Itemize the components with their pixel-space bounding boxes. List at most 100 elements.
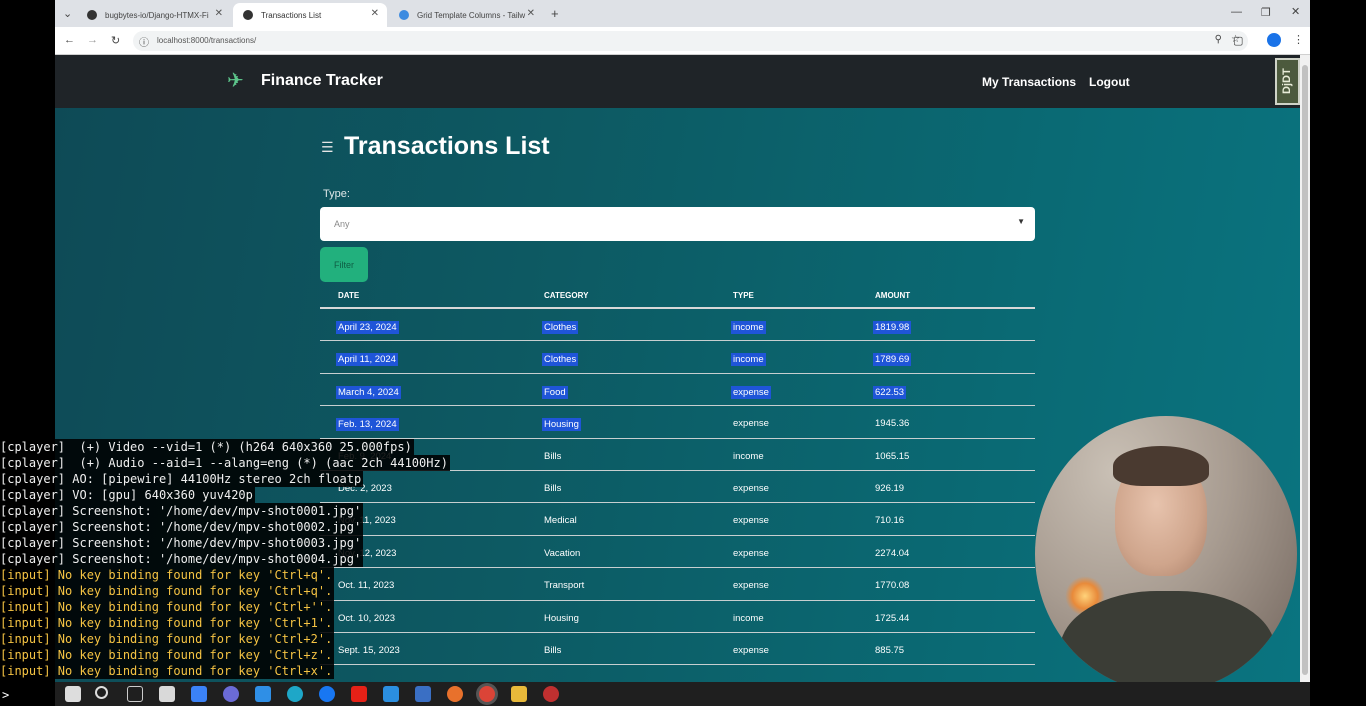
terminal-line: [input] No key binding found for key 'Ct… xyxy=(0,663,335,679)
cell-date: April 23, 2024 xyxy=(336,321,399,334)
column-header-amount[interactable]: AMOUNT xyxy=(875,291,910,300)
mail-icon[interactable] xyxy=(191,686,207,702)
profile-avatar-icon[interactable] xyxy=(1267,33,1281,47)
table-row[interactable]: March 4, 2024 Food expense 622.53 xyxy=(320,374,1035,407)
screen: ⌄ bugbytes-io/Django-HTMX-Fi ✕ Transacti… xyxy=(0,0,1366,706)
cell-type: expense xyxy=(733,418,769,430)
site-navbar: ✈ Finance Tracker My Transactions Logout… xyxy=(55,55,1300,108)
page-title: Transactions List xyxy=(344,132,550,160)
cell-type: expense xyxy=(733,580,769,592)
terminal-line: [input] No key binding found for key 'Ct… xyxy=(0,567,335,583)
tab-search-icon[interactable]: ⌄ xyxy=(63,7,72,20)
type-select-value: Any xyxy=(334,219,350,229)
terminal-line: [cplayer] (+) Video --vid=1 (*) (h264 64… xyxy=(0,439,414,455)
url-text: localhost:8000/transactions/ xyxy=(157,36,257,45)
tab-github[interactable]: bugbytes-io/Django-HTMX-Fi ✕ xyxy=(77,3,231,27)
menu-kebab-icon[interactable]: ⋮ xyxy=(1293,33,1304,46)
cell-category: Bills xyxy=(544,644,562,656)
tab-title: Grid Template Columns - Tailw xyxy=(417,10,526,20)
facebook-icon[interactable] xyxy=(319,686,335,702)
terminal-line: [cplayer] Screenshot: '/home/dev/mpv-sho… xyxy=(0,503,364,519)
new-tab-icon[interactable]: + xyxy=(551,6,559,21)
close-icon[interactable]: ✕ xyxy=(527,8,535,19)
cell-amount: 622.53 xyxy=(873,385,907,399)
list-icon: ☰ xyxy=(321,139,334,155)
type-label: Type: xyxy=(323,188,350,200)
cell-type: income xyxy=(733,450,764,462)
windows-start-icon[interactable] xyxy=(65,686,81,702)
cell-category: Vacation xyxy=(544,547,581,559)
chrome-icon[interactable] xyxy=(479,686,495,702)
terminal-prompt[interactable]: > xyxy=(2,688,9,702)
close-icon[interactable]: ✕ xyxy=(371,8,379,19)
recorder-icon[interactable] xyxy=(543,686,559,702)
table-row[interactable]: Feb. 13, 2024 Housing expense 1945.36 xyxy=(320,406,1035,439)
cell-amount: 1770.08 xyxy=(875,580,910,592)
cell-category: Housing xyxy=(544,612,579,624)
cell-category: Bills xyxy=(544,482,562,494)
edge-icon[interactable] xyxy=(287,686,303,702)
nav-logout[interactable]: Logout xyxy=(1089,75,1130,89)
chat-icon[interactable] xyxy=(223,686,239,702)
filter-button[interactable]: Filter xyxy=(320,247,368,282)
close-window-icon[interactable]: ✕ xyxy=(1291,5,1300,18)
column-header-date[interactable]: DATE xyxy=(338,291,359,300)
tab-tailwind[interactable]: Grid Template Columns - Tailw ✕ xyxy=(389,3,543,27)
zoom-icon[interactable]: ⚲ xyxy=(1215,34,1222,45)
brand[interactable]: ✈ Finance Tracker xyxy=(227,69,383,93)
file-explorer-icon[interactable] xyxy=(511,686,527,702)
cell-amount: 1789.69 xyxy=(873,353,912,367)
reload-icon[interactable]: ↻ xyxy=(111,34,120,47)
caret-down-icon: ▼ xyxy=(1017,217,1025,226)
table-row[interactable]: April 23, 2024 Clothes income 1819.98 xyxy=(320,309,1035,342)
cell-amount: 1819.98 xyxy=(873,321,912,334)
back-icon[interactable]: ← xyxy=(64,34,75,46)
extensions-icon[interactable]: ▢ xyxy=(1233,34,1243,47)
page-scrollbar[interactable] xyxy=(1300,55,1310,682)
search-icon[interactable] xyxy=(95,686,108,699)
word-icon[interactable] xyxy=(415,686,431,702)
tailwind-icon xyxy=(399,10,409,20)
cell-date: April 11, 2024 xyxy=(336,353,398,367)
terminal-line: [input] No key binding found for key 'Ct… xyxy=(0,615,335,631)
brand-name: Finance Tracker xyxy=(261,72,383,89)
table-row[interactable]: April 11, 2024 Clothes income 1789.69 xyxy=(320,341,1035,374)
cell-amount: 885.75 xyxy=(875,644,905,656)
terminal-line: [input] No key binding found for key 'Ct… xyxy=(0,583,335,599)
vscode-icon[interactable] xyxy=(383,686,399,702)
close-icon[interactable]: ✕ xyxy=(215,8,223,19)
store-icon[interactable] xyxy=(159,686,175,702)
cell-amount: 1065.15 xyxy=(875,450,910,462)
terminal-line: [cplayer] VO: [gpu] 640x360 yuv420p xyxy=(0,487,255,503)
globe-icon xyxy=(243,10,253,20)
cell-type: income xyxy=(731,321,766,334)
terminal-line: [cplayer] Screenshot: '/home/dev/mpv-sho… xyxy=(0,551,364,567)
cell-type: expense xyxy=(731,385,771,399)
cell-amount: 710.16 xyxy=(875,515,905,527)
tab-transactions[interactable]: Transactions List ✕ xyxy=(233,3,387,27)
cell-category: Bills xyxy=(544,450,562,462)
photos-icon[interactable] xyxy=(255,686,271,702)
tab-title: Transactions List xyxy=(261,10,322,20)
nav-my-transactions[interactable]: My Transactions xyxy=(982,75,1076,89)
tab-bar: ⌄ bugbytes-io/Django-HTMX-Fi ✕ Transacti… xyxy=(55,0,1310,27)
site-info-icon[interactable]: ⓘ xyxy=(139,34,149,49)
youtube-icon[interactable] xyxy=(351,686,367,702)
column-header-category[interactable]: CATEGORY xyxy=(544,291,588,300)
restore-icon[interactable]: ❐ xyxy=(1261,6,1271,19)
firefox-icon[interactable] xyxy=(447,686,463,702)
type-select[interactable]: Any ▼ xyxy=(320,207,1035,241)
money-bills-icon: ✈ xyxy=(227,70,244,92)
taskbar xyxy=(55,682,1310,706)
omnibox[interactable]: ⓘ localhost:8000/transactions/ ⚲ ☆ xyxy=(133,31,1248,51)
cell-amount: 2274.04 xyxy=(875,547,910,559)
scrollbar-thumb[interactable] xyxy=(1302,65,1308,675)
task-view-icon[interactable] xyxy=(127,686,143,702)
terminal-line: [cplayer] AO: [pipewire] 44100Hz stereo … xyxy=(0,471,364,487)
column-header-type[interactable]: TYPE xyxy=(733,291,754,300)
django-debug-toolbar-handle[interactable]: DjDT xyxy=(1275,58,1300,105)
terminal-line: [cplayer] (+) Audio --aid=1 --alang=eng … xyxy=(0,455,450,471)
cell-date: Feb. 13, 2024 xyxy=(336,418,399,432)
minimize-icon[interactable]: — xyxy=(1231,6,1242,18)
forward-icon[interactable]: → xyxy=(87,34,98,46)
